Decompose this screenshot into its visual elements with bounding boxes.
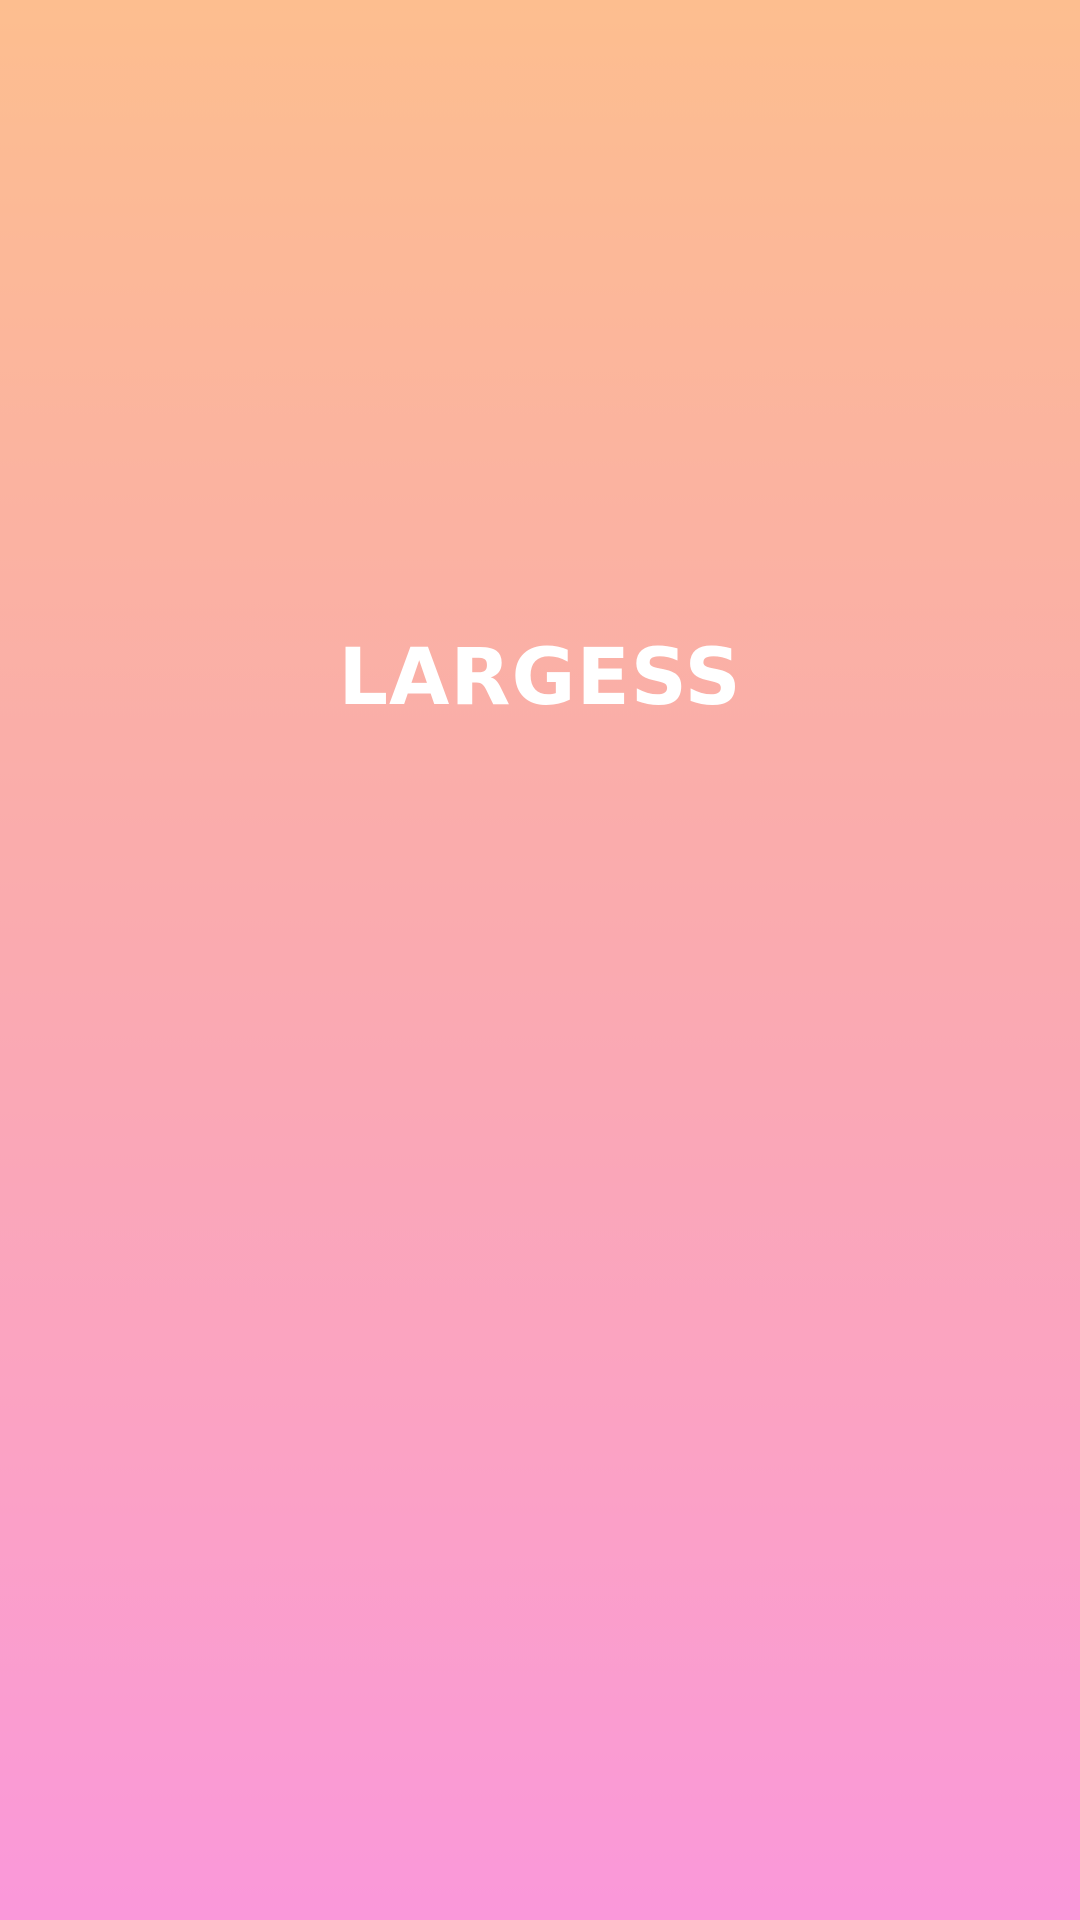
splash-screen: LARGESS xyxy=(0,0,1080,1920)
app-logo-wordmark: LARGESS xyxy=(338,633,742,723)
